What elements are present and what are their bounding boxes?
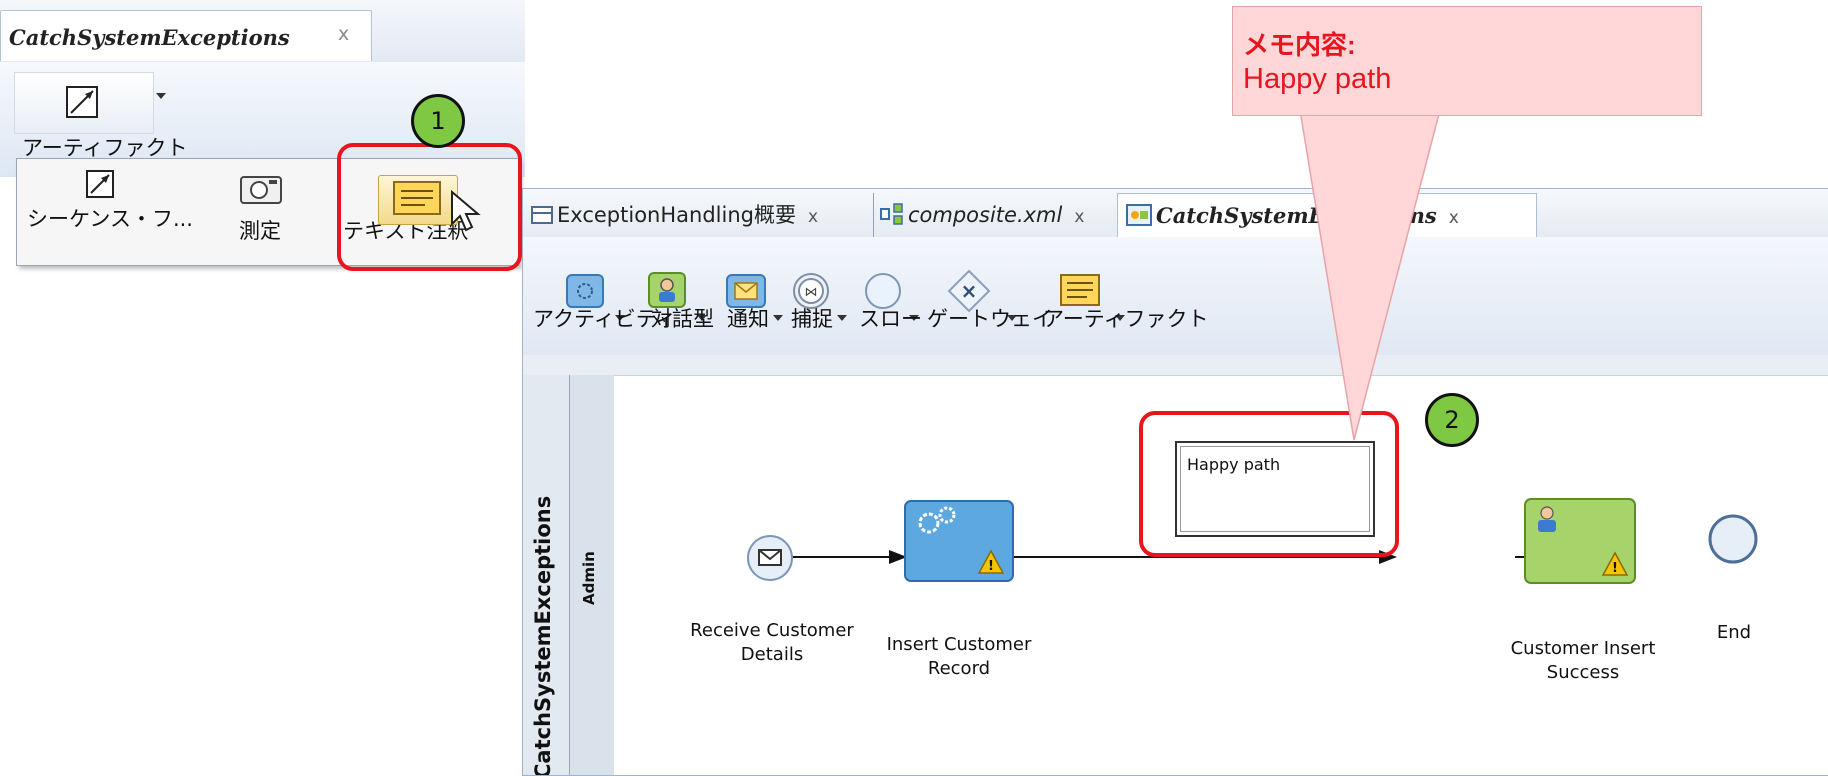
tab-label: ExceptionHandling概要 (557, 203, 796, 227)
pool-label: CatchSystemExceptions (531, 495, 555, 776)
label-line: Details (740, 644, 804, 665)
catch-dropdown-icon[interactable] (837, 315, 847, 321)
tab-label: composite.xml (908, 203, 1063, 227)
svg-text:⋈: ⋈ (805, 285, 818, 300)
palette-label-catch: 捕捉 (791, 307, 833, 331)
artifact-icon (66, 86, 98, 118)
editor-tab-bar: ExceptionHandling概要 x composite.xml x Catc… (523, 189, 1828, 238)
customer-insert-success-label: Customer Insert Success (1483, 637, 1683, 685)
palette-label-notification: 通知 (727, 307, 769, 331)
lane-admin[interactable]: Admin (569, 375, 614, 775)
palette-label-artifact: アーティファクト (1043, 307, 1209, 331)
process-icon (1126, 204, 1152, 226)
tab-close-icon[interactable]: x (338, 23, 349, 45)
tab-title: CatchSystemExceptions (9, 25, 290, 50)
notification-dropdown-icon[interactable] (773, 315, 783, 321)
artifact-dropdown-icon[interactable] (156, 93, 166, 99)
receive-customer-label: Receive Customer Details (677, 619, 867, 667)
lane-label: Admin (580, 551, 598, 605)
memo-pointer (1300, 110, 1441, 441)
svg-text:×: × (961, 279, 978, 303)
tab-close-icon[interactable]: x (1074, 207, 1084, 227)
label-line: Record (927, 658, 991, 679)
tab-composite-xml[interactable]: composite.xml x (873, 193, 1084, 237)
memo-callout: メモ内容: Happy path (1232, 6, 1702, 116)
memo-text: Happy path (1243, 63, 1392, 95)
palette-label-throw: スロー (859, 307, 922, 331)
menu-item-measurement[interactable]: 測定 (239, 215, 281, 245)
label-line: Insert Customer (886, 634, 1032, 655)
highlight-box-1 (337, 143, 522, 271)
camera-icon (240, 176, 282, 204)
bpmn-palette-toolbar: ⋈ × (523, 237, 1828, 356)
end-label: End (1716, 622, 1752, 643)
insert-customer-label: Insert Customer Record (859, 633, 1059, 681)
menu-item-sequence-flow[interactable]: シーケンス・フ... (27, 203, 193, 233)
palette-label-interactive: 対話型 (651, 307, 714, 331)
composite-icon (880, 203, 903, 225)
memo-title: メモ内容: (1243, 30, 1356, 60)
palette-label-gateway: ゲートウェイ (927, 307, 1053, 331)
label-line: Success (1546, 662, 1620, 683)
end-event[interactable] (1707, 513, 1761, 567)
label-line: Customer Insert (1510, 638, 1656, 659)
tab-catch-system-exceptions[interactable]: CatchSystemExceptions x (0, 10, 372, 61)
callout-badge-1: 1 (411, 94, 465, 148)
svg-text:!: ! (988, 559, 994, 574)
user-task[interactable]: ! (1523, 497, 1637, 585)
label-line: Receive Customer (690, 620, 854, 641)
sequence-flow-icon (86, 170, 114, 198)
message-start-event[interactable] (745, 533, 795, 583)
overview-icon (531, 206, 553, 224)
svg-text:!: ! (1612, 561, 1618, 576)
tab-close-icon[interactable]: x (808, 207, 818, 227)
tab-exception-handling-overview[interactable]: ExceptionHandling概要 x (531, 193, 818, 237)
process-canvas[interactable]: CatchSystemExceptions Admin Receive Cust… (523, 355, 1828, 775)
service-task[interactable]: ! (903, 499, 1015, 583)
artifact-button[interactable] (14, 72, 154, 134)
process-editor-window: ExceptionHandling概要 x composite.xml x Catc… (522, 188, 1828, 776)
